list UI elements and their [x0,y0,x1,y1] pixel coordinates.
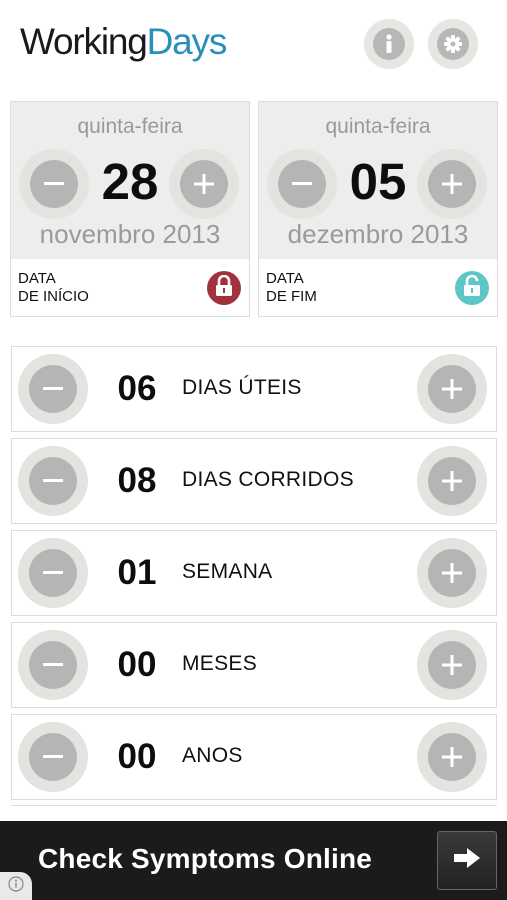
logo-days: Days [146,21,228,62]
plus-icon [428,733,476,781]
plus-icon [428,457,476,505]
plus-icon [180,160,228,208]
calendar-days-increment-button[interactable] [417,446,487,516]
minus-icon [29,549,77,597]
start-date-lock-button[interactable] [207,271,241,305]
start-date-increment-button[interactable] [169,149,239,219]
plus-icon [428,641,476,689]
end-label-line2: DE FIM [266,288,317,305]
counter-row-months: 00 MESES [11,622,497,708]
months-value: 00 [117,645,157,684]
months-unit: MESES [182,652,258,675]
weeks-increment-button[interactable] [417,538,487,608]
months-decrement-button[interactable] [18,630,88,700]
info-icon [8,875,24,897]
working-days-decrement-button[interactable] [18,354,88,424]
years-unit: ANOS [182,744,243,767]
end-date-decrement-button[interactable] [267,149,337,219]
plus-icon [428,365,476,413]
ad-info-button[interactable] [0,872,32,900]
lock-icon [214,274,234,302]
counter-row-weeks: 01 SEMANA [11,530,497,616]
weeks-decrement-button[interactable] [18,538,88,608]
calendar-days-unit: DIAS CORRIDOS [182,468,354,491]
start-label-line1: DATA [18,270,56,287]
start-date-card: quinta-feira 28 novembro 2013 DATA DE IN… [10,101,250,317]
counter-row-working-days: 06 DIAS ÚTEIS [11,346,497,432]
minus-icon [29,733,77,781]
months-increment-button[interactable] [417,630,487,700]
minus-icon [30,160,78,208]
minus-icon [278,160,326,208]
ad-arrow-button[interactable] [437,831,497,890]
info-icon [373,28,405,60]
end-month-year: dezembro 2013 [287,219,469,249]
minus-icon [29,365,77,413]
working-days-increment-button[interactable] [417,354,487,424]
plus-icon [428,549,476,597]
weeks-unit: SEMANA [182,560,273,583]
settings-button[interactable] [428,19,478,69]
years-value: 00 [117,737,157,776]
end-date-label: DATA DE FIM [266,270,317,306]
end-date-increment-button[interactable] [417,149,487,219]
end-date-panel: quinta-feira 05 dezembro 2013 [259,102,497,259]
ad-text[interactable]: Check Symptoms Online [38,843,372,875]
counter-row-calendar-days: 08 DIAS CORRIDOS [11,438,497,524]
start-date-decrement-button[interactable] [19,149,89,219]
minus-icon [29,641,77,689]
start-label-line2: DE INÍCIO [18,288,89,305]
start-date-panel: quinta-feira 28 novembro 2013 [11,102,249,259]
start-month-year: novembro 2013 [39,219,221,249]
start-weekday: quinta-feira [77,115,183,138]
app-logo: WorkingDays [20,20,228,64]
end-date-card: quinta-feira 05 dezembro 2013 DATA DE FI… [258,101,498,317]
calendar-days-decrement-button[interactable] [18,446,88,516]
info-button[interactable] [364,19,414,69]
start-day: 28 [101,153,159,210]
end-weekday: quinta-feira [325,115,431,138]
app-header: WorkingDays [0,0,507,90]
working-days-unit: DIAS ÚTEIS [182,376,302,399]
weeks-value: 01 [117,553,157,592]
end-label-line1: DATA [266,270,304,287]
unlock-icon [462,274,482,302]
years-increment-button[interactable] [417,722,487,792]
start-date-label: DATA DE INÍCIO [18,270,89,306]
end-date-lock-button[interactable] [455,271,489,305]
end-day: 05 [349,153,407,210]
logo-working: Working [20,21,148,62]
counter-row-years: 00 ANOS [11,714,497,800]
years-decrement-button[interactable] [18,722,88,792]
ad-banner[interactable]: Check Symptoms Online [0,821,507,900]
minus-icon [29,457,77,505]
working-days-value: 06 [117,369,157,408]
plus-icon [428,160,476,208]
calendar-days-value: 08 [117,461,157,500]
right-arrow-icon [452,846,482,875]
gear-icon [437,28,469,60]
